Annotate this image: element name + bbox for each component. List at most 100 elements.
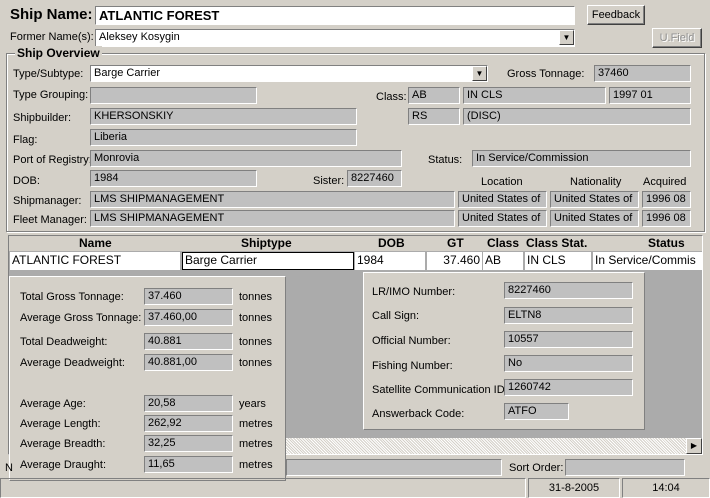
cell-shiptype[interactable]: Barge Carrier [182, 252, 354, 270]
cell-gt[interactable]: 37.460 [427, 252, 482, 270]
ufield-button[interactable]: U.Field [652, 28, 702, 48]
official-number-label: Official Number: [372, 335, 451, 347]
cell-name[interactable]: ATLANTIC FOREST [10, 252, 180, 270]
imo-label: LR/IMO Number: [372, 286, 456, 298]
avg-gt-label: Average Gross Tonnage: [20, 312, 142, 324]
scroll-right-arrow-icon[interactable]: ▶ [686, 438, 702, 454]
avg-dwt-value: 40.881,00 [144, 354, 233, 371]
column-header-shiptype[interactable]: Shiptype [241, 236, 292, 250]
cell-class-stat[interactable]: IN CLS [525, 252, 591, 270]
flag-label: Flag: [13, 134, 38, 146]
cell-class[interactable]: AB [483, 252, 523, 270]
shipbuilder-label: Shipbuilder: [13, 112, 72, 124]
class-date: 1997 01 [609, 87, 691, 104]
callsign-value: ELTN8 [504, 307, 633, 324]
class-value: AB [408, 87, 460, 104]
fishing-number-label: Fishing Number: [372, 360, 453, 372]
acquired-header: Acquired [643, 176, 687, 188]
avg-age-unit: years [239, 398, 266, 410]
fleet-manager-nationality: United States of [550, 210, 639, 227]
bottom-filter-field[interactable] [286, 459, 502, 476]
avg-draught-value: 11,65 [144, 456, 233, 473]
ship-name-input[interactable]: ATLANTIC FOREST [95, 6, 575, 25]
total-gt-unit: tonnes [239, 291, 273, 303]
port-of-registry-label: Port of Registry: [13, 154, 92, 166]
total-gt-label: Total Gross Tonnage: [20, 291, 124, 303]
shipmanager-value: LMS SHIPMANAGEMENT [90, 191, 455, 208]
avg-dwt-unit: tonnes [239, 357, 273, 369]
flag-value: Liberia [90, 129, 357, 146]
dob-label: DOB: [13, 175, 40, 187]
avg-draught-unit: metres [239, 459, 273, 471]
avg-length-unit: metres [239, 418, 273, 430]
dob-value: 1984 [90, 170, 257, 187]
fleet-manager-location: United States of [458, 210, 547, 227]
type-subtype-dropdown[interactable]: Barge Carrier ▼ [90, 65, 488, 82]
chevron-down-icon[interactable]: ▼ [472, 66, 487, 81]
fishing-number-value: No [504, 355, 633, 372]
callsign-label: Call Sign: [372, 310, 420, 322]
class-status: IN CLS [463, 87, 606, 104]
avg-breadth-label: Average Breadth: [20, 438, 106, 450]
ship-overview-title: Ship Overview [15, 46, 102, 60]
feedback-button[interactable]: Feedback [587, 5, 645, 25]
imo-value: 8227460 [504, 282, 633, 299]
fleet-manager-acquired: 1996 08 [642, 210, 691, 227]
type-grouping-value [90, 87, 257, 104]
port-of-registry-value: Monrovia [90, 150, 402, 167]
column-header-class[interactable]: Class [487, 236, 519, 250]
former-names-dropdown[interactable]: Aleksey Kosygin ▼ [95, 29, 575, 47]
avg-length-label: Average Length: [20, 418, 101, 430]
avg-breadth-unit: metres [239, 438, 273, 450]
nationality-header: Nationality [570, 176, 622, 188]
location-header: Location [481, 176, 523, 188]
class2-value: RS [408, 108, 460, 125]
gross-tonnage-label: Gross Tonnage: [507, 68, 585, 80]
total-dwt-value: 40.881 [144, 333, 233, 350]
status-value: In Service/Commission [472, 150, 691, 167]
avg-age-value: 20,58 [144, 395, 233, 412]
total-dwt-label: Total Deadweight: [20, 336, 108, 348]
satcom-id-label: Satellite Communication ID: [372, 384, 508, 396]
avg-length-value: 262,92 [144, 415, 233, 432]
shipmanager-location: United States of [458, 191, 547, 208]
sister-value: 8227460 [347, 170, 402, 187]
answerback-label: Answerback Code: [372, 408, 465, 420]
type-subtype-value: Barge Carrier [94, 67, 161, 79]
total-gt-value: 37.460 [144, 288, 233, 305]
chevron-down-icon[interactable]: ▼ [559, 30, 574, 45]
grid-header-row [9, 236, 702, 251]
column-header-dob[interactable]: DOB [378, 236, 405, 250]
shipmanager-nationality: United States of [550, 191, 639, 208]
shipmanager-acquired: 1996 08 [642, 191, 691, 208]
type-grouping-label: Type Grouping: [13, 89, 89, 101]
shipmanager-label: Shipmanager: [13, 195, 82, 207]
cell-status[interactable]: In Service/Commis [593, 252, 702, 270]
statusbar-date: 31-8-2005 [528, 478, 620, 498]
avg-dwt-label: Average Deadweight: [20, 357, 125, 369]
bottom-left-label: N [5, 462, 13, 474]
column-header-gt[interactable]: GT [447, 236, 464, 250]
statusbar-blank [0, 478, 526, 498]
sort-order-label: Sort Order: [509, 462, 564, 474]
class-label: Class: [376, 91, 407, 103]
former-names-value: Aleksey Kosygin [99, 31, 180, 43]
official-number-value: 10557 [504, 331, 633, 348]
fleet-manager-value: LMS SHIPMANAGEMENT [90, 210, 455, 227]
shipbuilder-value: KHERSONSKIY [90, 108, 357, 125]
former-names-label: Former Name(s): [10, 31, 94, 43]
answerback-value: ATFO [504, 403, 569, 420]
column-header-name[interactable]: Name [79, 236, 112, 250]
column-header-status[interactable]: Status [648, 236, 685, 250]
sort-order-field[interactable] [565, 459, 685, 476]
avg-age-label: Average Age: [20, 398, 86, 410]
status-label: Status: [428, 154, 463, 166]
class2-status: (DISC) [463, 108, 691, 125]
cell-dob[interactable]: 1984 [355, 252, 425, 270]
avg-gt-unit: tonnes [239, 312, 273, 324]
column-header-class-stat[interactable]: Class Stat. [526, 236, 587, 250]
type-subtype-label: Type/Subtype: [13, 68, 84, 80]
ship-name-label: Ship Name: [10, 6, 93, 23]
gross-tonnage-value: 37460 [594, 65, 691, 82]
total-dwt-unit: tonnes [239, 336, 273, 348]
